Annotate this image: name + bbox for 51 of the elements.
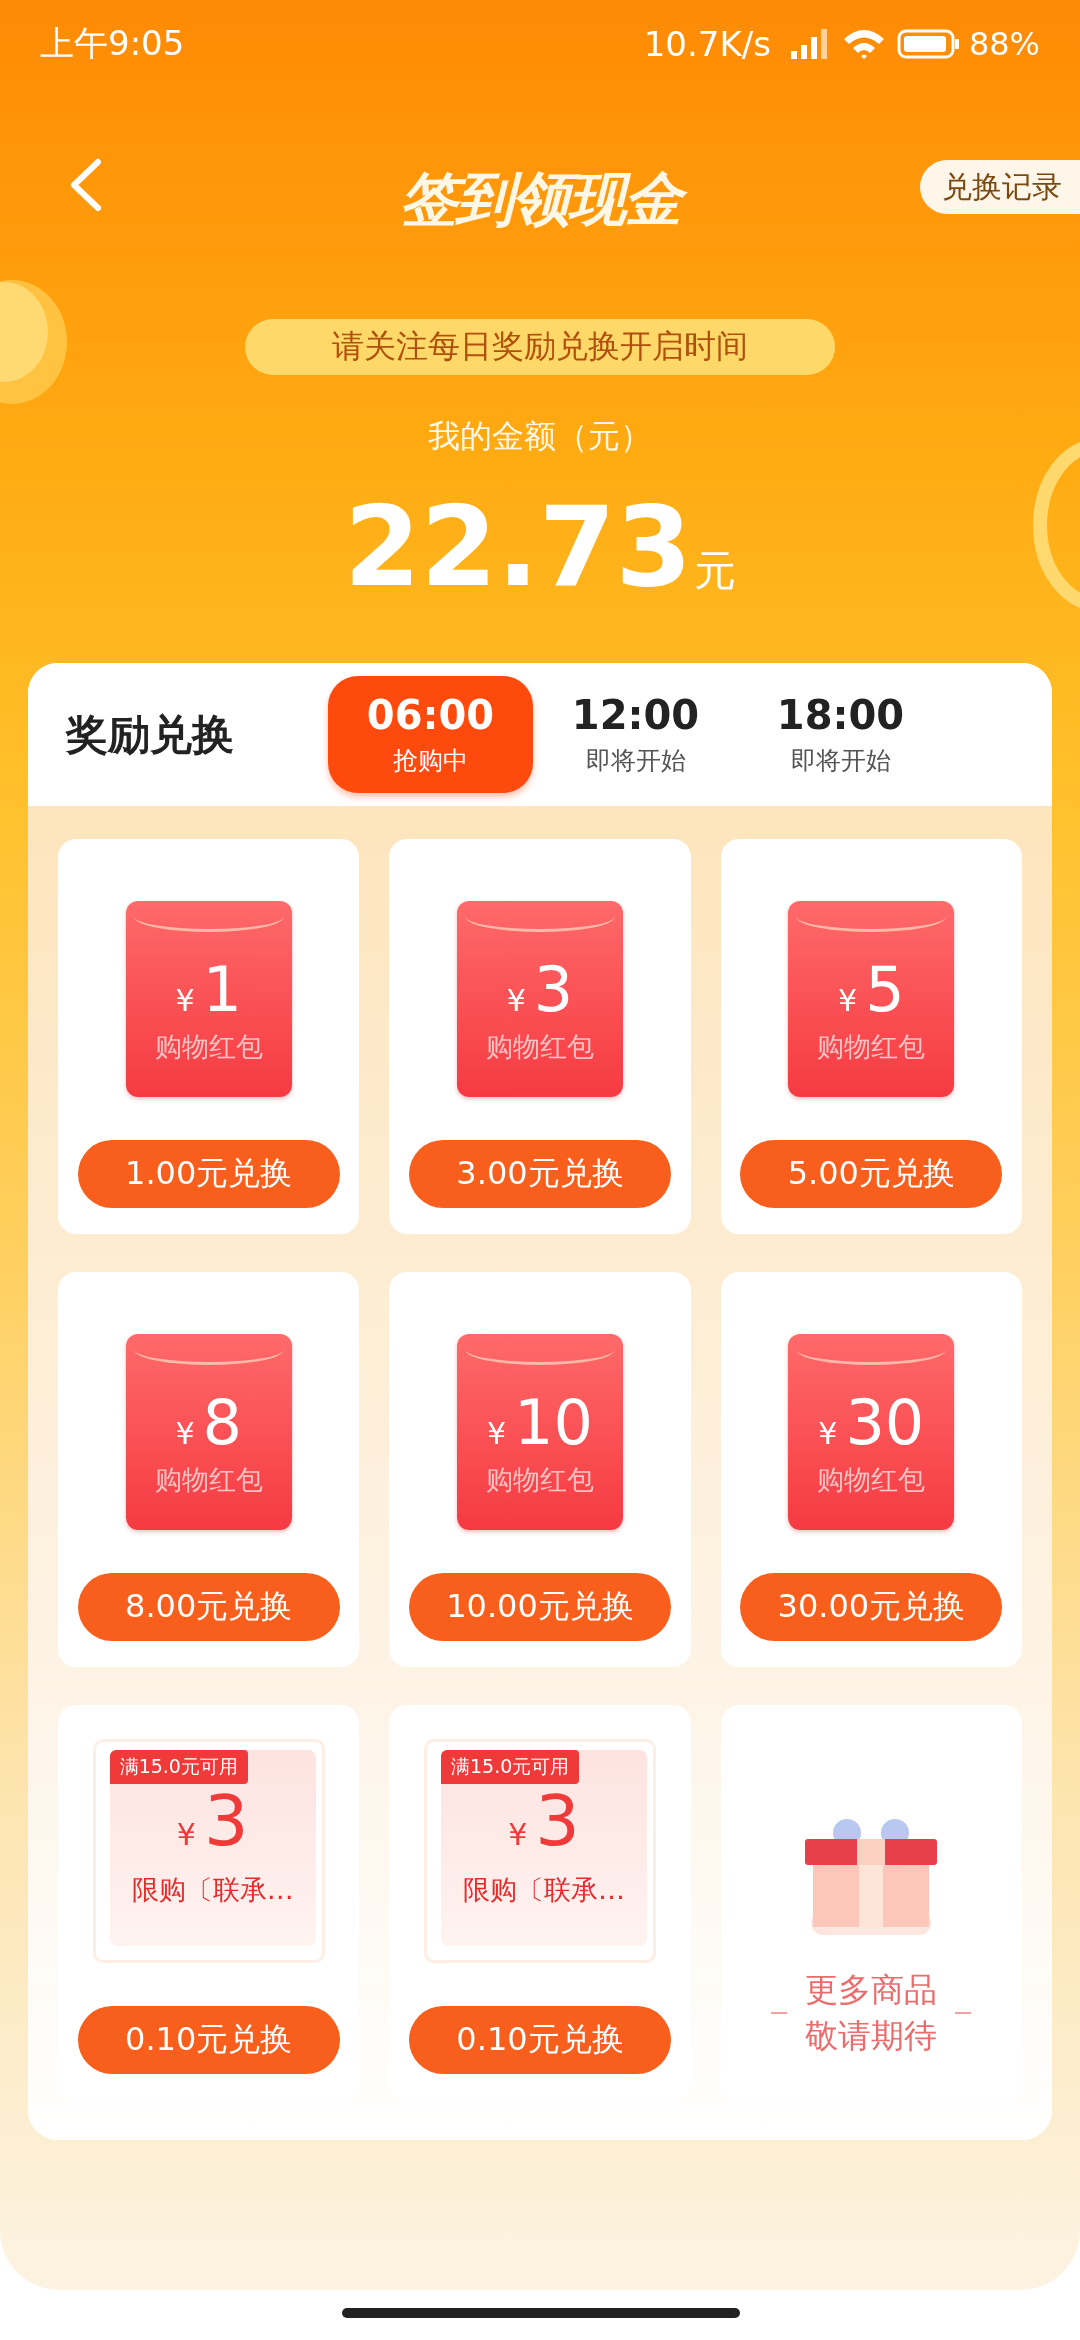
packet-amount: 1 [202, 959, 242, 1021]
currency-sign: ¥ [508, 1817, 528, 1852]
redeem-button[interactable]: 8.00元兑换 [77, 1573, 340, 1641]
redeem-button[interactable]: 10.00元兑换 [409, 1573, 671, 1641]
coupon-caption: 限购〔联承… [131, 1873, 294, 1907]
time-tab[interactable]: 12:00 即将开始 [533, 676, 738, 793]
packet-amount: 10 [514, 1392, 593, 1454]
currency-sign: ¥ [175, 1416, 195, 1451]
network-speed: 10.7K/s [643, 24, 771, 64]
battery-icon [896, 27, 961, 61]
packet-amount: 5 [865, 959, 905, 1021]
condition-badge: 满15.0元可用 [441, 1750, 580, 1784]
time-tab[interactable]: 18:00 即将开始 [738, 676, 943, 793]
currency-sign: ¥ [176, 1817, 196, 1852]
page-title: 签到领现金 [386, 158, 694, 239]
packet-caption: 购物红包 [486, 1463, 594, 1497]
condition-badge: 满15.0元可用 [109, 1750, 248, 1784]
coming-soon-text: 更多商品 [805, 1969, 938, 2011]
packet-caption: 购物红包 [486, 1030, 594, 1064]
currency-unit: 元 [693, 545, 736, 597]
packet-caption: 购物红包 [154, 1030, 263, 1064]
clock-time: 上午9:05 [40, 22, 185, 65]
redeem-button[interactable]: 3.00元兑换 [409, 1140, 671, 1208]
packet-amount: 30 [845, 1392, 925, 1454]
records-button[interactable]: 兑换记录 [920, 160, 1080, 214]
packet-amount: 8 [202, 1392, 242, 1454]
time-tab[interactable]: 06:00 抢购中 [328, 676, 533, 793]
currency-sign: ¥ [838, 983, 858, 1018]
redeem-button[interactable]: 0.10元兑换 [409, 2006, 671, 2074]
currency-sign: ¥ [487, 1416, 507, 1451]
coupon-amount: 3 [535, 1786, 580, 1856]
currency-sign: ¥ [175, 983, 195, 1018]
packet-caption: 购物红包 [817, 1030, 926, 1064]
coupon-caption: 限购〔联承… [463, 1873, 625, 1907]
balance-label: 我的金额（元） [428, 416, 652, 457]
currency-sign: ¥ [818, 1416, 838, 1451]
section-title: 奖励兑换 [64, 708, 235, 761]
gift-box-icon [803, 1817, 940, 1937]
balance-amount: 22.73 [344, 487, 692, 607]
packet-caption: 购物红包 [817, 1463, 926, 1497]
notice-banner: 请关注每日奖励兑换开启时间 [245, 319, 835, 375]
redeem-button[interactable]: 5.00元兑换 [740, 1140, 1003, 1208]
redeem-button[interactable]: 1.00元兑换 [77, 1140, 340, 1208]
battery-level: 88% [968, 25, 1040, 63]
packet-caption: 购物红包 [154, 1463, 263, 1497]
redeem-button[interactable]: 0.10元兑换 [77, 2006, 340, 2074]
coupon-amount: 3 [203, 1786, 249, 1856]
currency-sign: ¥ [506, 983, 526, 1018]
redeem-button[interactable]: 30.00元兑换 [740, 1573, 1003, 1641]
packet-amount: 3 [533, 959, 574, 1021]
coming-soon-text: 敬请期待 [805, 2015, 938, 2057]
